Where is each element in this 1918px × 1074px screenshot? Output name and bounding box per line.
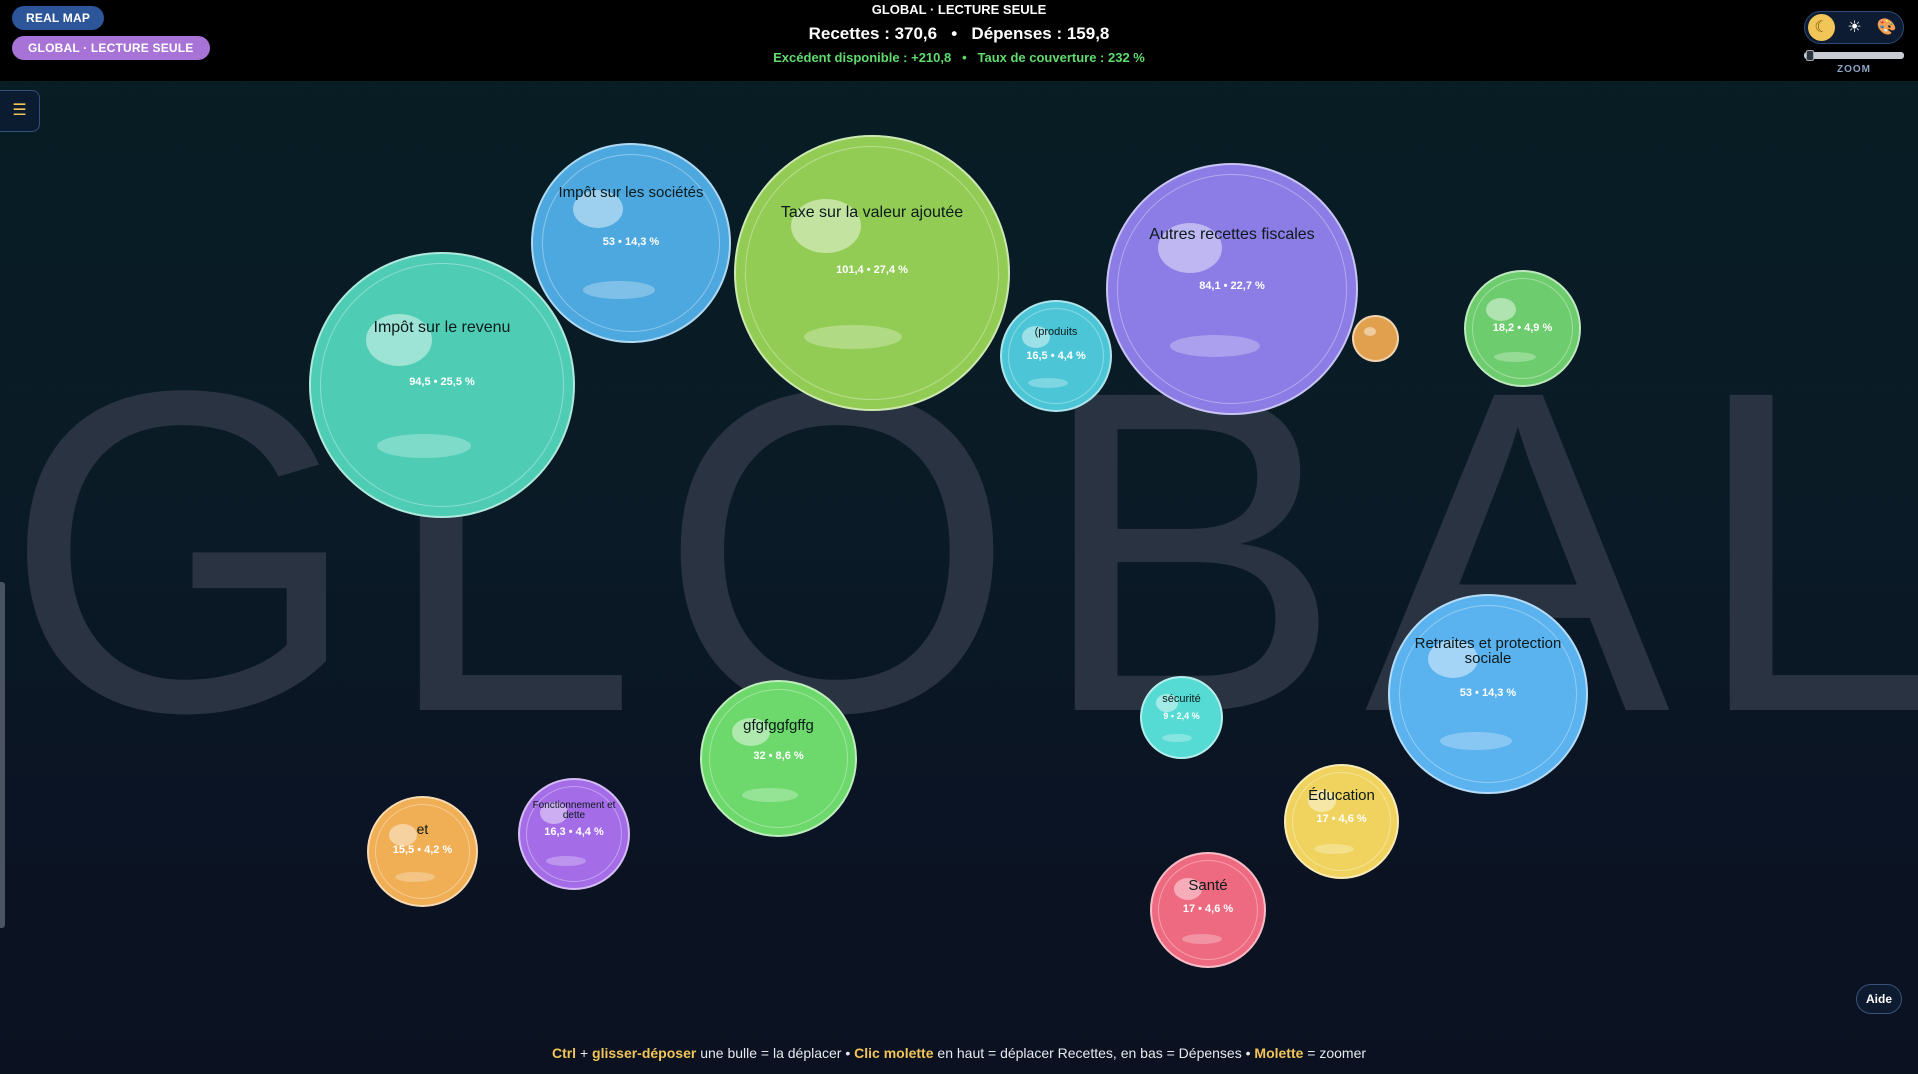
theme-switcher: ☾ ☀ 🎨 bbox=[1804, 11, 1904, 44]
bubble-label: Impôt sur les sociétés bbox=[558, 184, 704, 201]
bubble-impot-societes[interactable]: Impôt sur les sociétés 53 • 14,3 % bbox=[531, 143, 731, 343]
zoom-label: ZOOM bbox=[1837, 64, 1871, 75]
bubble-label: Impôt sur le revenu bbox=[373, 319, 511, 336]
bubble-sante[interactable]: Santé 17 • 4,6 % bbox=[1150, 852, 1266, 968]
footer-hint: Ctrl + glisser-déposer une bulle = la dé… bbox=[0, 1045, 1918, 1061]
bubble-label: Fonctionnement et dette bbox=[532, 800, 616, 821]
bubble-autres-recettes[interactable]: Autres recettes fiscales 84,1 • 22,7 % bbox=[1106, 163, 1358, 415]
bubble-small-orange[interactable] bbox=[1352, 315, 1399, 362]
bubble-retraites[interactable]: Retraites et protection sociale 53 • 14,… bbox=[1388, 594, 1588, 794]
depenses-total: Dépenses : 159,8 bbox=[971, 24, 1110, 43]
bubble-value: 17 • 4,6 % bbox=[1316, 813, 1367, 825]
hint-key-middle-click: Clic molette bbox=[854, 1045, 934, 1061]
couverture-value: Taux de couverture : 232 % bbox=[977, 50, 1145, 65]
page-title: GLOBAL · LECTURE SEULE bbox=[871, 2, 1047, 17]
bubble-label: Éducation bbox=[1308, 787, 1375, 804]
bubble-label: (produits bbox=[1034, 326, 1078, 338]
bubble-green-unlabeled[interactable]: 18,2 • 4,9 % bbox=[1464, 270, 1581, 387]
help-button[interactable]: Aide bbox=[1856, 984, 1902, 1014]
bubble-et[interactable]: et 15,5 • 4,2 % bbox=[367, 796, 478, 907]
totals-line: Recettes : 370,6 • Dépenses : 159,8 bbox=[0, 24, 1918, 44]
bubble-value: 94,5 • 25,5 % bbox=[409, 376, 475, 388]
hint-key-wheel: Molette bbox=[1254, 1045, 1304, 1061]
bubble-education[interactable]: Éducation 17 • 4,6 % bbox=[1284, 764, 1399, 879]
zoom-slider[interactable] bbox=[1804, 52, 1904, 59]
bubble-value: 18,2 • 4,9 % bbox=[1492, 322, 1553, 334]
separator-dot: • bbox=[951, 24, 958, 43]
bubble-value: 101,4 • 27,4 % bbox=[836, 264, 908, 276]
bubble-value: 53 • 14,3 % bbox=[602, 236, 660, 248]
bubble-gfgfggfgffg[interactable]: gfgfggfgffg 32 • 8,6 % bbox=[700, 680, 857, 837]
hamburger-icon: ☰ bbox=[12, 102, 27, 119]
bubble-fonctionnement[interactable]: Fonctionnement et dette 16,3 • 4,4 % bbox=[518, 778, 630, 890]
bubble-value: 16,5 • 4,4 % bbox=[1026, 350, 1086, 362]
bubble-label: Taxe sur la valeur ajoutée bbox=[780, 204, 964, 221]
palette-icon[interactable]: 🎨 bbox=[1873, 14, 1900, 41]
separator-dot: • bbox=[962, 50, 967, 65]
hint-text: + bbox=[576, 1045, 593, 1061]
bubble-label: Autres recettes fiscales bbox=[1149, 226, 1315, 243]
light-mode-icon[interactable]: ☀ bbox=[1841, 14, 1868, 41]
bubble-label: et bbox=[416, 821, 429, 837]
recettes-total: Recettes : 370,6 bbox=[808, 24, 938, 43]
bubble-value: 53 • 14,3 % bbox=[1459, 687, 1517, 699]
bubble-value: 84,1 • 22,7 % bbox=[1199, 280, 1265, 292]
hint-text: une bulle = la déplacer • bbox=[696, 1045, 855, 1061]
excedent-value: Excédent disponible : +210,8 bbox=[773, 50, 952, 65]
hint-text: = zoomer bbox=[1303, 1045, 1367, 1061]
bubble-value: 15,5 • 4,2 % bbox=[392, 844, 453, 856]
hint-key-ctrl: Ctrl bbox=[551, 1045, 577, 1061]
menu-button[interactable]: ☰ bbox=[0, 90, 40, 132]
bubble-impot-revenu[interactable]: Impôt sur le revenu 94,5 • 25,5 % bbox=[309, 252, 575, 518]
dark-mode-icon[interactable]: ☾ bbox=[1808, 14, 1835, 41]
summary-line: Excédent disponible : +210,8 • Taux de c… bbox=[0, 50, 1918, 65]
bubble-label: sécurité bbox=[1162, 693, 1201, 705]
hint-key-drag: glisser-déposer bbox=[592, 1045, 697, 1061]
bubble-label: Retraites et protection sociale bbox=[1414, 635, 1562, 667]
hint-text: en haut = déplacer Recettes, en bas = Dé… bbox=[933, 1045, 1255, 1061]
bubble-label: gfgfggfgffg bbox=[743, 717, 814, 734]
bubble-value: 16,3 • 4,4 % bbox=[544, 826, 604, 838]
bubble-label: Santé bbox=[1188, 877, 1228, 894]
bubble-securite[interactable]: sécurité 9 • 2,4 % bbox=[1140, 676, 1223, 759]
bubble-value: 17 • 4,6 % bbox=[1182, 903, 1234, 915]
bubble-value: 9 • 2,4 % bbox=[1163, 711, 1200, 721]
bubble-value: 32 • 8,6 % bbox=[753, 750, 804, 762]
bubble-tva[interactable]: Taxe sur la valeur ajoutée 101,4 • 27,4 … bbox=[734, 135, 1010, 411]
zoom-slider-handle[interactable] bbox=[1806, 50, 1814, 61]
top-bar: REAL MAP GLOBAL · LECTURE SEULE GLOBAL ·… bbox=[0, 0, 1918, 81]
bubble-produits[interactable]: (produits 16,5 • 4,4 % bbox=[1000, 300, 1112, 412]
watermark-text: GLOBAL bbox=[4, 342, 1918, 762]
